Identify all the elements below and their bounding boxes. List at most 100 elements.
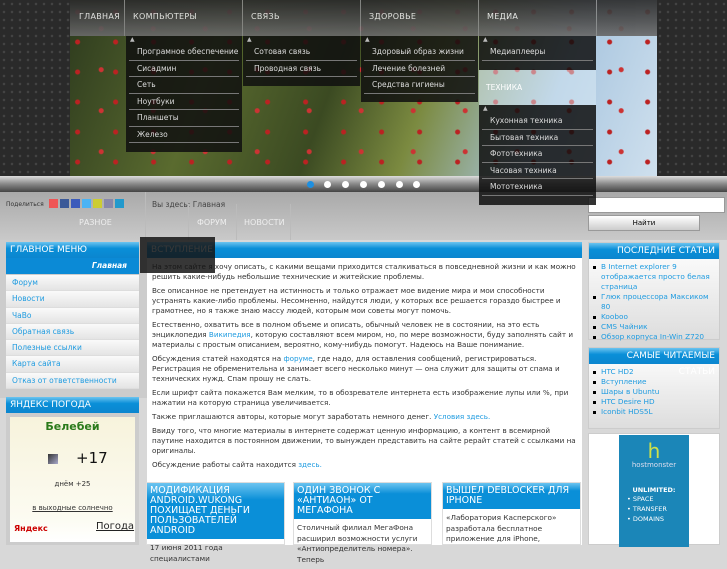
weather-link[interactable]: Погода	[96, 521, 134, 532]
menu-item-news[interactable]: Новости	[6, 291, 139, 308]
nav-svyaz[interactable]: СВЯЗЬ	[251, 12, 280, 21]
wikipedia-link[interactable]: Википедия	[209, 330, 251, 339]
twitter-icon[interactable]	[82, 199, 91, 208]
nav-divider	[360, 0, 361, 36]
popular-title: САМЫЕ ЧИТАЕМЫЕ СТАТЬИ	[589, 348, 719, 377]
settings-icon[interactable]	[115, 199, 124, 208]
menu-item[interactable]: Сеть	[129, 77, 239, 94]
news-card[interactable]: ОДИН ЗВОНОК С «АНТИАОН» ОТ МЕГАФОНА Столи…	[293, 482, 432, 564]
article-link[interactable]: Обзор корпуса In-Win Z720	[591, 332, 719, 342]
text: Обсуждения статей находятся на	[152, 354, 284, 363]
slide-dot[interactable]	[324, 181, 331, 188]
article-link[interactable]: CMS Чайник	[591, 322, 719, 332]
paragraph: Ввиду того, что многие материалы в интер…	[152, 426, 576, 455]
article-link[interactable]: HTC Desire HD	[591, 397, 719, 407]
article-link[interactable]: Глюк процессора Максиком 80	[591, 292, 719, 312]
article-link[interactable]: Iconbit HDS5L	[591, 407, 719, 417]
discussion-link[interactable]: здесь.	[298, 460, 322, 469]
ad-brand: hostmonster	[631, 461, 677, 469]
toolbar-area: Поделиться Вы здесь: Главная РАЗНОЕ ФОРУ…	[0, 192, 727, 240]
arrow-up-icon: ▲	[483, 105, 488, 112]
menu-item-forum[interactable]: Форум	[6, 275, 139, 292]
menu-item[interactable]: Сисадмин	[129, 61, 239, 77]
slide-dot[interactable]	[360, 181, 367, 188]
nav-computers[interactable]: КОМПЬЮТЕРЫ	[133, 12, 197, 21]
news-card[interactable]: ВЫШЕЛ DEBLOCKER ДЛЯ IPHONE «Лаборатория К…	[442, 482, 581, 545]
menu-item[interactable]: Сотовая связь	[246, 44, 357, 61]
menu-item[interactable]: Железо	[129, 127, 239, 143]
weather-forecast[interactable]: в выходные солнечно	[10, 504, 135, 512]
menu-item[interactable]: Медиаплееры	[482, 44, 593, 61]
menu-item-tech[interactable]: ТЕХНИКА	[479, 70, 596, 105]
paragraph: Если шрифт сайта покажется Вам мелким, т…	[152, 388, 569, 407]
article-link[interactable]: Вступление	[591, 377, 719, 387]
divider	[145, 192, 146, 240]
news-title[interactable]: МОДИФИКАЦИЯ ANDROID.WUKONG ПОХИЩАЕТ ДЕНЬ…	[147, 483, 284, 539]
vk-icon[interactable]	[60, 199, 69, 208]
menu-item[interactable]: Средства гигиены	[364, 77, 475, 94]
slide-dot[interactable]	[342, 181, 349, 188]
paragraph: Также приглашаются авторы, которые могут…	[152, 412, 577, 422]
menu-item[interactable]: Кухонная техника	[482, 113, 593, 130]
menu-item-feedback[interactable]: Обратная связь	[6, 323, 139, 341]
nav-health[interactable]: ЗДОРОВЬЕ	[369, 12, 416, 21]
dropdown-computers: ▲ Програмное обеспечение Сисадмин Сеть Н…	[126, 36, 242, 152]
article-link[interactable]: Kooboo	[591, 312, 719, 322]
menu-item[interactable]: Планшеты	[129, 110, 239, 127]
facebook-icon[interactable]	[71, 199, 80, 208]
slide-dot[interactable]	[396, 181, 403, 188]
nav-divider	[124, 0, 125, 36]
menu-item[interactable]: Програмное обеспечение	[129, 44, 239, 61]
yandex-logo[interactable]: Яндекс	[14, 524, 48, 533]
search-button[interactable]: Найти	[588, 215, 700, 231]
menu-item-disclaimer[interactable]: Отказ от ответственности	[6, 372, 139, 390]
terms-link[interactable]: Условия здесь.	[434, 412, 491, 421]
top-navigation: ГЛАВНАЯ КОМПЬЮТЕРЫ СВЯЗЬ ЗДОРОВЬЕ МЕДИА	[70, 0, 657, 36]
paragraph: Все описанное не претендует на истинност…	[152, 286, 577, 316]
slide-dot[interactable]	[413, 181, 420, 188]
weather-temp: +17	[76, 449, 108, 467]
menu-item[interactable]: Часовая техника	[482, 163, 593, 179]
menu-item-links[interactable]: Полезные ссылки	[6, 340, 139, 357]
ad-item-text: DOMAINS	[632, 515, 664, 523]
arrow-up-icon: ▲	[247, 36, 252, 43]
bookmark-icon[interactable]	[104, 199, 113, 208]
people-icon[interactable]	[93, 199, 102, 208]
text: Обсуждение работы сайта находится	[152, 460, 299, 469]
breadcrumb-prefix: Вы здесь:	[152, 200, 191, 209]
menu-item[interactable]: Лечение болезней	[364, 61, 475, 77]
text: Все описанное не претендует на истинност…	[152, 286, 561, 315]
slide-dot[interactable]	[378, 181, 385, 188]
news-card[interactable]: МОДИФИКАЦИЯ ANDROID.WUKONG ПОХИЩАЕТ ДЕНЬ…	[146, 482, 285, 563]
article-link[interactable]: В Internet explorer 9 отображается прост…	[591, 262, 719, 292]
nav-media[interactable]: МЕДИА	[487, 12, 518, 21]
subnav-misc[interactable]: РАЗНОЕ	[79, 218, 112, 227]
nav-divider	[242, 0, 243, 36]
search-input[interactable]	[588, 197, 725, 213]
weather-widget[interactable]: Белебей +17 днём +25 в выходные солнечно…	[10, 417, 135, 542]
paragraph: Обсуждения статей находятся на форуме, г…	[152, 354, 577, 384]
article-link[interactable]: HTC HD2	[591, 367, 719, 377]
news-title[interactable]: ОДИН ЗВОНОК С «АНТИАОН» ОТ МЕГАФОНА	[294, 483, 431, 519]
menu-item[interactable]: Мототехника	[482, 179, 593, 196]
forum-link[interactable]: форуме	[283, 354, 312, 363]
slide-dot-active[interactable]	[307, 181, 314, 188]
share-icon[interactable]	[49, 199, 58, 208]
menu-item[interactable]: Проводная связь	[246, 61, 357, 77]
menu-item[interactable]: Здоровый образ жизни	[364, 44, 475, 61]
weather-panel: ЯНДЕКС ПОГОДА Белебей +17 днём +25 в вых…	[6, 396, 139, 545]
menu-item[interactable]: Ноутбуки	[129, 94, 239, 110]
menu-item-sitemap[interactable]: Карта сайта	[6, 356, 139, 373]
menu-item[interactable]: Фототехника	[482, 146, 593, 163]
subnav-forum[interactable]: ФОРУМ	[197, 218, 227, 227]
hostmonster-ad[interactable]: h hostmonster UNLIMITED: • SPACE • TRANS…	[619, 435, 689, 547]
article-link[interactable]: Шары в Ubuntu	[591, 387, 719, 397]
menu-item-home-active[interactable]: Главная	[6, 258, 139, 274]
menu-item-faq[interactable]: ЧаВо	[6, 307, 139, 324]
popular-articles-panel: САМЫЕ ЧИТАЕМЫЕ СТАТЬИ HTC HD2 Вступление…	[588, 347, 720, 429]
menu-overlay	[140, 237, 215, 273]
menu-item[interactable]: Бытовая техника	[482, 130, 593, 146]
nav-home[interactable]: ГЛАВНАЯ	[79, 12, 120, 21]
subnav-news[interactable]: НОВОСТИ	[244, 218, 285, 227]
news-title[interactable]: ВЫШЕЛ DEBLOCKER ДЛЯ IPHONE	[443, 483, 580, 509]
